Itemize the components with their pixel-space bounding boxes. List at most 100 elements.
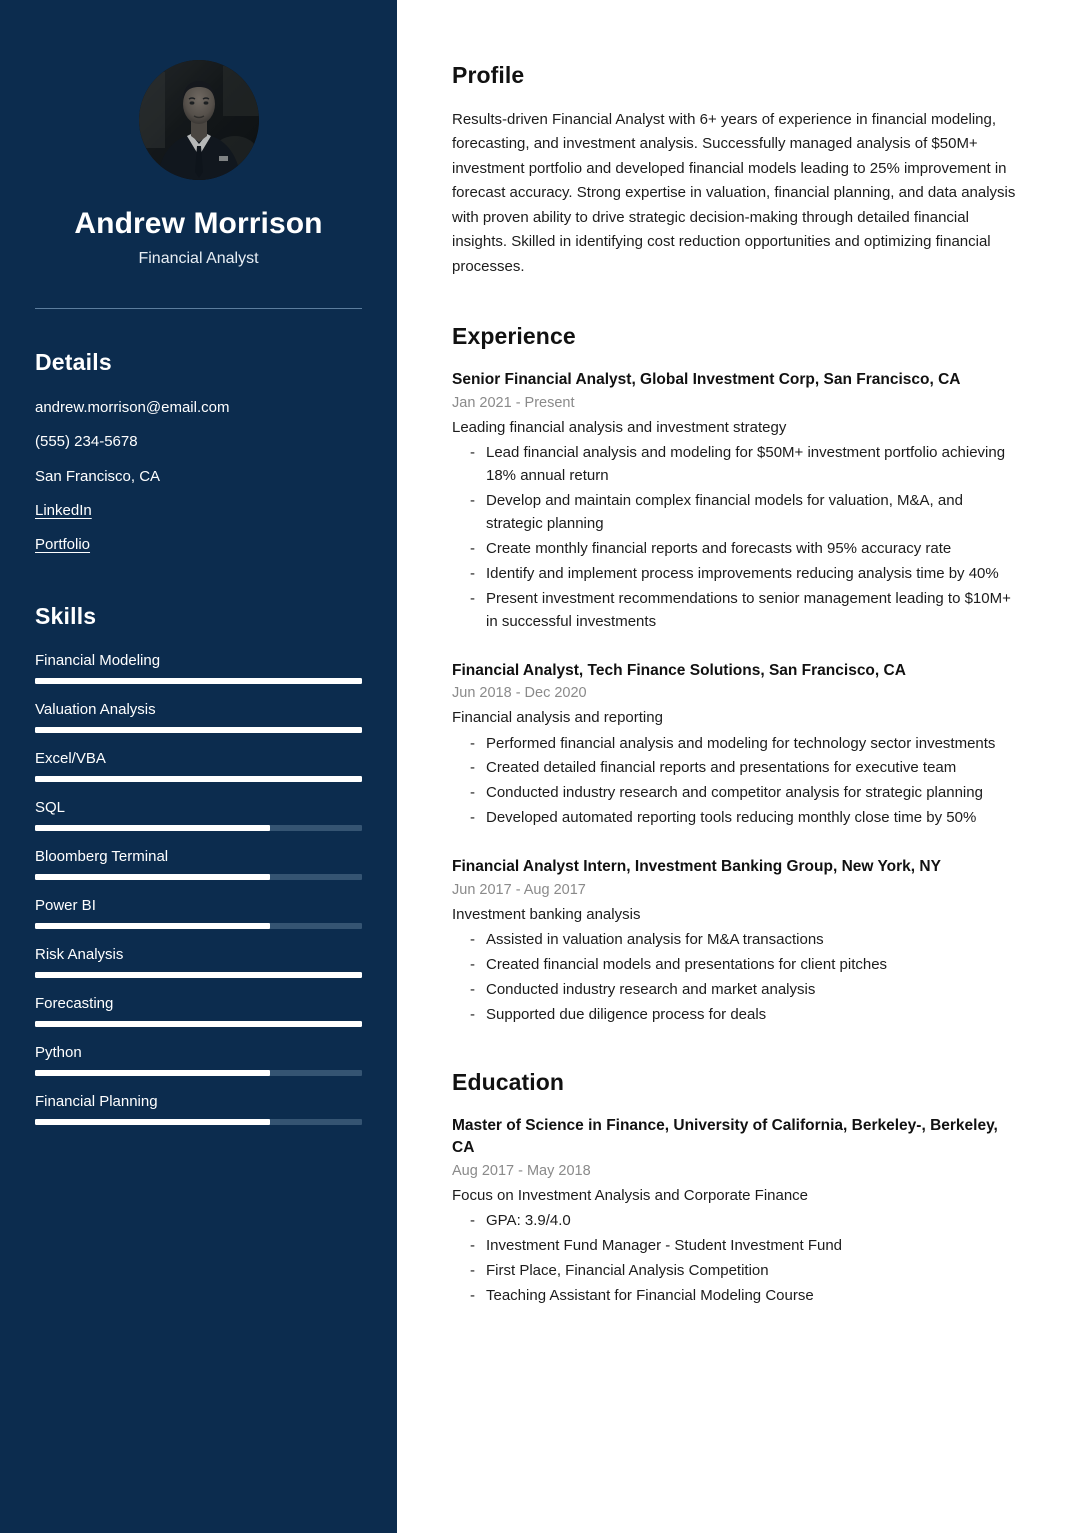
entry: Financial Analyst, Tech Finance Solution…	[452, 660, 1018, 831]
skill-item: Python	[35, 1044, 362, 1077]
entry-bullet: Developed automated reporting tools redu…	[470, 807, 1018, 830]
skill-level-fill	[35, 727, 362, 734]
education-entries: Master of Science in Finance, University…	[452, 1115, 1018, 1308]
skill-label: Valuation Analysis	[35, 701, 156, 719]
skill-item: Excel/VBA	[35, 750, 362, 783]
detail-location: San Francisco, CA	[35, 467, 161, 485]
entry: Senior Financial Analyst, Global Investm…	[452, 369, 1018, 633]
detail-portfolio[interactable]: Portfolio	[35, 535, 362, 555]
details-list: andrew.morrison@email.com (555) 234-5678 S…	[35, 398, 362, 555]
person-name: Andrew Morrison	[74, 207, 323, 240]
experience-entries: Senior Financial Analyst, Global Investm…	[452, 369, 1018, 1027]
detail-email: andrew.morrison@email.com	[35, 399, 230, 416]
entry-bullet: Teaching Assistant for Financial Modelin…	[470, 1285, 1018, 1308]
skill-label: Python	[35, 1044, 82, 1062]
entry-title: Financial Analyst Intern, Investment Ban…	[452, 858, 941, 876]
entry-bullet: Supported due diligence process for deal…	[470, 1004, 1018, 1027]
entry-bullet: First Place, Financial Analysis Competit…	[470, 1260, 1018, 1283]
skill-level-bar	[35, 874, 362, 881]
skill-label: Financial Planning	[35, 1093, 158, 1111]
skill-level-fill	[35, 825, 271, 832]
skill-level-bar	[35, 727, 362, 734]
skill-level-bar	[35, 776, 362, 783]
skill-level-fill	[35, 972, 362, 979]
skills-list: Financial Modeling Valuation Analysis Exce…	[35, 652, 362, 1126]
skill-level-bar	[35, 1119, 362, 1126]
entry-dates: Jan 2021 - Present	[452, 394, 575, 411]
skill-label: Financial Modeling	[35, 652, 161, 670]
skill-label: Forecasting	[35, 995, 114, 1013]
skill-item: Financial Modeling	[35, 652, 362, 685]
education-heading: Education	[452, 1068, 565, 1095]
entry-title: Master of Science in Finance, University…	[452, 1116, 998, 1157]
skill-level-fill	[35, 1070, 271, 1077]
skills-heading: Skills	[35, 603, 97, 630]
entry-bullet: Conducted industry research and competit…	[470, 782, 1018, 805]
entry-bullet: Identify and implement process improveme…	[470, 563, 1018, 586]
entry-bullet: Assisted in valuation analysis for M&A t…	[470, 929, 1018, 952]
skill-level-fill	[35, 1119, 271, 1126]
entry-dates: Jun 2017 - Aug 2017	[452, 881, 586, 898]
entry-bullet: Create monthly financial reports and for…	[470, 538, 1018, 561]
entry: Financial Analyst Intern, Investment Ban…	[452, 856, 1018, 1027]
entry-bullets: Assisted in valuation analysis for M&A t…	[452, 929, 1018, 1027]
profile-heading: Profile	[452, 62, 525, 88]
entry-summary: Focus on Investment Analysis and Corpora…	[452, 1186, 809, 1204]
skill-label: Bloomberg Terminal	[35, 848, 169, 866]
skill-level-bar	[35, 1021, 362, 1028]
detail-phone: (555) 234-5678	[35, 433, 138, 451]
skill-level-bar	[35, 678, 362, 685]
entry-summary: Leading financial analysis and investmen…	[452, 418, 787, 436]
skill-level-fill	[35, 874, 271, 881]
skill-level-bar	[35, 825, 362, 832]
avatar-container	[35, 60, 362, 180]
entry-dates: Jun 2018 - Dec 2020	[452, 685, 587, 701]
details-heading: Details	[35, 349, 112, 375]
entry-bullet: Lead financial analysis and modeling for…	[470, 442, 1018, 488]
person-job-title: Financial Analyst	[138, 250, 259, 267]
profile-section: Profile Results-driven Financial Analyst…	[452, 62, 1018, 279]
entry-bullets: Performed financial analysis and modelin…	[452, 733, 1018, 831]
main-content: Profile Results-driven Financial Analyst…	[397, 0, 1080, 1533]
entry-bullets: GPA: 3.9/4.0Investment Fund Manager - St…	[452, 1210, 1018, 1308]
skill-level-fill	[35, 776, 362, 783]
skill-level-fill	[35, 923, 271, 930]
entry-bullet: Present investment recommendations to se…	[470, 588, 1018, 634]
entry-title: Senior Financial Analyst, Global Investm…	[452, 371, 961, 389]
skill-item: Financial Planning	[35, 1093, 362, 1126]
skill-item: Risk Analysis	[35, 946, 362, 979]
entry-bullet: Conducted industry research and market a…	[470, 979, 1018, 1002]
entry-dates: Aug 2017 - May 2018	[452, 1162, 591, 1179]
entry-bullet: Created financial models and presentatio…	[470, 954, 1018, 977]
skill-item: SQL	[35, 799, 362, 832]
skill-level-bar	[35, 972, 362, 979]
skill-label: Power BI	[35, 897, 96, 915]
entry-summary: Financial analysis and reporting	[452, 709, 663, 726]
detail-linkedin[interactable]: LinkedIn	[35, 501, 362, 521]
profile-text: Results-driven Financial Analyst with 6+…	[452, 111, 1016, 275]
entry: Master of Science in Finance, University…	[452, 1115, 1018, 1308]
entry-summary: Investment banking analysis	[452, 905, 641, 923]
skill-level-bar	[35, 1070, 362, 1077]
sidebar-divider	[35, 308, 362, 309]
skill-level-fill	[35, 1021, 362, 1028]
skill-level-bar	[35, 923, 362, 930]
education-section: Education Master of Science in Finance, …	[452, 1069, 1018, 1308]
entry-bullet: Performed financial analysis and modelin…	[470, 733, 1018, 756]
skill-item: Valuation Analysis	[35, 701, 362, 734]
entry-bullet: Created detailed financial reports and p…	[470, 757, 1018, 780]
entry-bullet: Investment Fund Manager - Student Invest…	[470, 1235, 1018, 1258]
experience-heading: Experience	[452, 323, 576, 350]
skill-label: Excel/VBA	[35, 750, 106, 768]
entry-bullet: GPA: 3.9/4.0	[470, 1210, 1018, 1233]
entry-title: Financial Analyst, Tech Finance Solution…	[452, 661, 906, 679]
skill-item: Forecasting	[35, 995, 362, 1028]
entry-bullets: Lead financial analysis and modeling for…	[452, 442, 1018, 634]
skill-label: Risk Analysis	[35, 946, 124, 964]
sidebar: Andrew Morrison Financial Analyst Detail…	[0, 0, 397, 1533]
skill-item: Bloomberg Terminal	[35, 848, 362, 881]
entry-bullet: Develop and maintain complex financial m…	[470, 490, 1018, 536]
skill-level-fill	[35, 678, 362, 685]
profile-photo-icon	[138, 60, 259, 180]
experience-section: Experience Senior Financial Analyst, Glo…	[452, 323, 1018, 1027]
